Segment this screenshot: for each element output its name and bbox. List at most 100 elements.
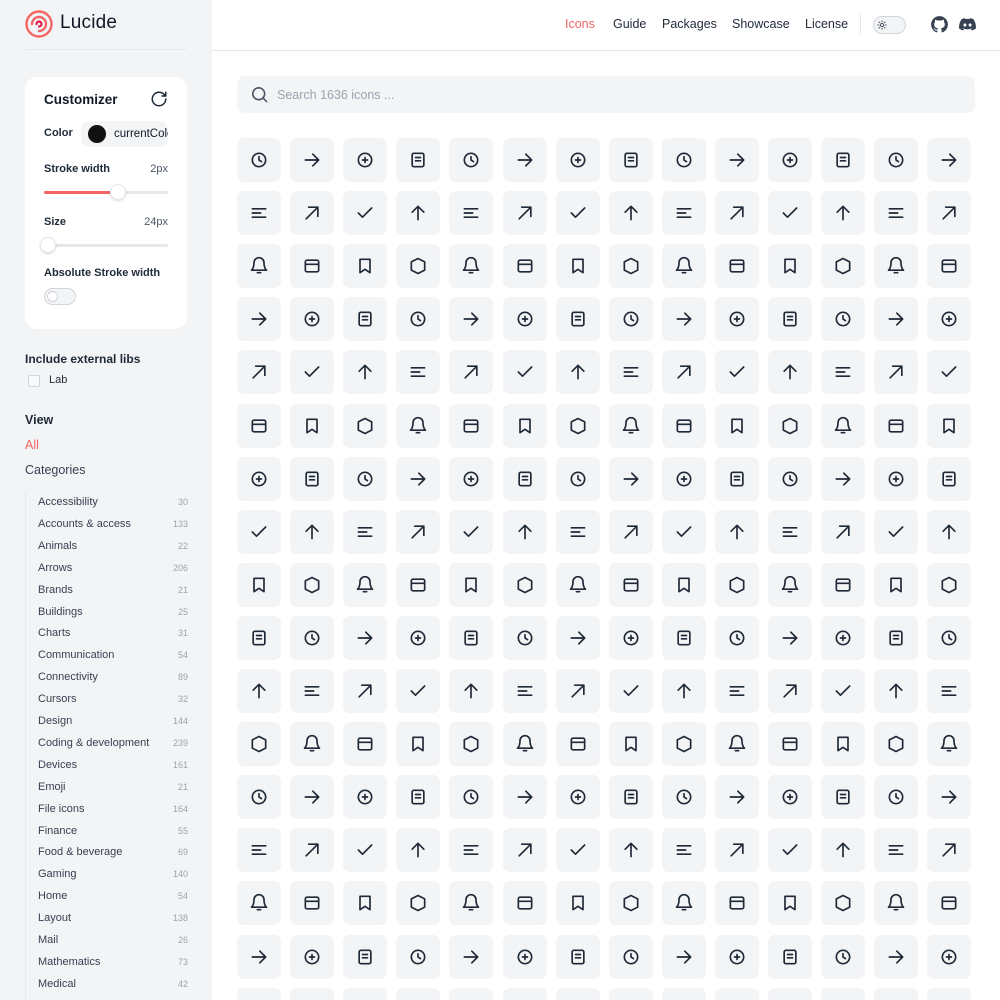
icon-tile[interactable] [874, 350, 919, 395]
icon-tile[interactable] [768, 722, 812, 767]
icon-tile[interactable] [502, 722, 547, 767]
icon-tile[interactable] [290, 138, 335, 182]
category-item[interactable]: File icons 164 [38, 799, 188, 819]
icon-tile[interactable] [237, 509, 281, 554]
category-item[interactable]: Brands 21 [38, 580, 188, 600]
icon-tile[interactable] [502, 775, 547, 820]
icon-tile[interactable] [714, 138, 759, 182]
icon-tile[interactable] [396, 828, 441, 873]
icon-tile[interactable] [555, 828, 600, 873]
icon-tile[interactable] [661, 562, 706, 607]
nav-guide[interactable]: Guide [613, 17, 646, 31]
icon-tile[interactable] [396, 456, 441, 501]
icon-tile[interactable] [343, 403, 388, 448]
category-item[interactable]: Charts 31 [38, 623, 188, 643]
icon-tile[interactable] [396, 403, 441, 448]
icon-tile[interactable] [237, 562, 281, 607]
icon-tile[interactable] [343, 828, 388, 873]
icon-tile[interactable] [449, 722, 494, 767]
icon-tile[interactable] [290, 934, 335, 979]
icon-tile[interactable] [396, 669, 441, 713]
icon-tile[interactable] [927, 669, 972, 713]
icon-tile[interactable] [290, 615, 335, 660]
nav-packages[interactable]: Packages [662, 17, 717, 31]
lab-label[interactable]: Lab [49, 374, 67, 386]
icon-tile[interactable] [874, 934, 919, 979]
icon-tile[interactable] [449, 138, 494, 182]
icon-tile[interactable] [608, 509, 653, 554]
icon-tile[interactable] [555, 138, 600, 182]
icon-tile[interactable] [608, 722, 653, 767]
icon-tile[interactable] [449, 615, 494, 660]
icon-tile[interactable] [927, 191, 972, 236]
icon-tile[interactable] [237, 456, 281, 501]
icon-tile[interactable] [714, 722, 759, 767]
icon-tile[interactable] [874, 403, 919, 448]
icon-tile[interactable] [449, 987, 494, 1000]
icon-tile[interactable] [874, 828, 919, 873]
size-slider[interactable] [40, 237, 168, 253]
icon-tile[interactable] [821, 297, 866, 342]
icon-tile[interactable] [874, 722, 919, 767]
icon-tile[interactable] [502, 828, 547, 873]
icon-tile[interactable] [237, 297, 281, 342]
icon-tile[interactable] [449, 297, 494, 342]
icon-tile[interactable] [661, 615, 706, 660]
category-item[interactable]: Design 144 [38, 711, 188, 731]
icon-tile[interactable] [396, 297, 441, 342]
icon-tile[interactable] [927, 722, 972, 767]
icon-tile[interactable] [927, 934, 972, 979]
icon-tile[interactable] [927, 509, 972, 554]
icon-tile[interactable] [714, 987, 759, 1000]
icon-tile[interactable] [768, 191, 812, 236]
icon-tile[interactable] [821, 881, 866, 926]
icon-tile[interactable] [608, 191, 653, 236]
icon-tile[interactable] [874, 456, 919, 501]
icon-tile[interactable] [502, 350, 547, 395]
icon-tile[interactable] [874, 615, 919, 660]
icon-tile[interactable] [449, 934, 494, 979]
stroke-width-slider-thumb[interactable] [110, 184, 127, 200]
category-item[interactable]: Communication 54 [38, 645, 188, 665]
nav-icons[interactable]: Icons [565, 17, 595, 31]
icon-tile[interactable] [874, 775, 919, 820]
view-all-link[interactable]: All [25, 438, 39, 452]
icon-tile[interactable] [555, 403, 600, 448]
icon-tile[interactable] [502, 138, 547, 182]
icon-tile[interactable] [661, 987, 706, 1000]
icon-tile[interactable] [555, 297, 600, 342]
icon-tile[interactable] [555, 562, 600, 607]
icon-tile[interactable] [714, 562, 759, 607]
icon-tile[interactable] [343, 350, 388, 395]
icon-tile[interactable] [874, 191, 919, 236]
category-item[interactable]: Devices 161 [38, 755, 188, 775]
category-item[interactable]: Accounts & access 133 [38, 514, 188, 534]
icon-tile[interactable] [237, 934, 281, 979]
icon-tile[interactable] [237, 191, 281, 236]
category-item[interactable]: Cursors 32 [38, 689, 188, 709]
icon-tile[interactable] [396, 775, 441, 820]
icon-tile[interactable] [396, 934, 441, 979]
icon-tile[interactable] [396, 881, 441, 926]
search-input[interactable] [277, 76, 957, 113]
category-item[interactable]: Home 54 [38, 886, 188, 906]
category-item[interactable]: Mail 26 [38, 930, 188, 950]
icon-tile[interactable] [396, 615, 441, 660]
icon-tile[interactable] [874, 244, 919, 289]
icon-tile[interactable] [237, 722, 281, 767]
icon-tile[interactable] [821, 934, 866, 979]
icon-tile[interactable] [821, 509, 866, 554]
icon-tile[interactable] [768, 775, 812, 820]
category-item[interactable]: Layout 138 [38, 908, 188, 928]
icon-tile[interactable] [343, 191, 388, 236]
icon-tile[interactable] [502, 244, 547, 289]
category-item[interactable]: Medical 42 [38, 974, 188, 994]
icon-tile[interactable] [661, 297, 706, 342]
stroke-width-slider[interactable] [44, 184, 168, 200]
icon-tile[interactable] [449, 509, 494, 554]
icon-tile[interactable] [396, 509, 441, 554]
icon-tile[interactable] [237, 138, 281, 182]
icon-tile[interactable] [237, 987, 281, 1000]
color-swatch[interactable] [88, 125, 106, 143]
icon-tile[interactable] [555, 881, 600, 926]
